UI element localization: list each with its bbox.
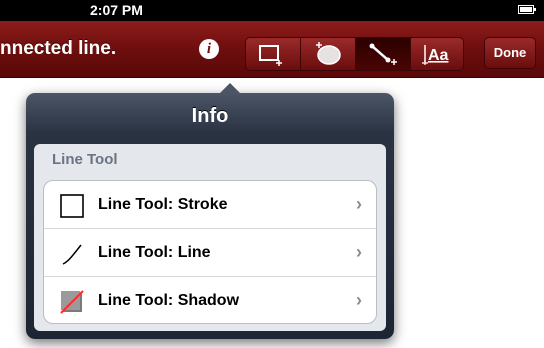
text-aa-icon: Aa xyxy=(422,45,449,65)
line-tool-table: Line Tool: Stroke › Line Tool: Line › Li… xyxy=(43,180,377,324)
line-curve-icon xyxy=(62,244,82,265)
line-add-icon xyxy=(369,43,397,65)
chevron-right-icon: › xyxy=(356,242,362,262)
info-popover: Info Line Tool Line Tool: Stroke › Line … xyxy=(26,83,394,339)
battery-icon xyxy=(518,5,536,14)
chevron-right-icon: › xyxy=(356,290,362,310)
lasso-add-icon xyxy=(316,42,341,65)
done-button[interactable]: Done xyxy=(484,37,536,69)
status-time: 2:07 PM xyxy=(90,2,143,18)
line-tool-button[interactable] xyxy=(356,38,411,70)
popover-arrow xyxy=(219,83,241,94)
row-line-tool-line[interactable]: Line Tool: Line › xyxy=(44,229,376,277)
rectangle-tool-button[interactable] xyxy=(246,38,301,70)
status-bar: 2:07 PM xyxy=(0,0,544,21)
row-label: Line Tool: Line xyxy=(98,244,211,261)
row-line-tool-shadow[interactable]: Line Tool: Shadow › xyxy=(44,277,376,323)
tool-segmented-control: Aa xyxy=(245,37,464,71)
text-tool-label: Aa xyxy=(428,47,449,64)
chevron-right-icon: › xyxy=(356,194,362,214)
popover-title: Info xyxy=(191,105,229,127)
rectangle-add-icon xyxy=(259,45,282,66)
stroke-square-icon xyxy=(60,194,84,218)
text-tool-button[interactable]: Aa xyxy=(411,38,463,70)
section-header: Line Tool xyxy=(52,151,118,168)
toolbar-title: nnected line. xyxy=(0,38,117,59)
info-icon[interactable]: i xyxy=(199,39,219,59)
row-line-tool-stroke[interactable]: Line Tool: Stroke › xyxy=(44,181,376,229)
lasso-tool-button[interactable] xyxy=(301,38,356,70)
row-label: Line Tool: Shadow xyxy=(98,292,240,309)
shadow-icon xyxy=(60,290,84,314)
toolbar: nnected line. i Aa Done xyxy=(0,21,544,78)
row-label: Line Tool: Stroke xyxy=(98,196,228,213)
popover-content: Line Tool Line Tool: Stroke › Line Tool:… xyxy=(34,144,386,331)
